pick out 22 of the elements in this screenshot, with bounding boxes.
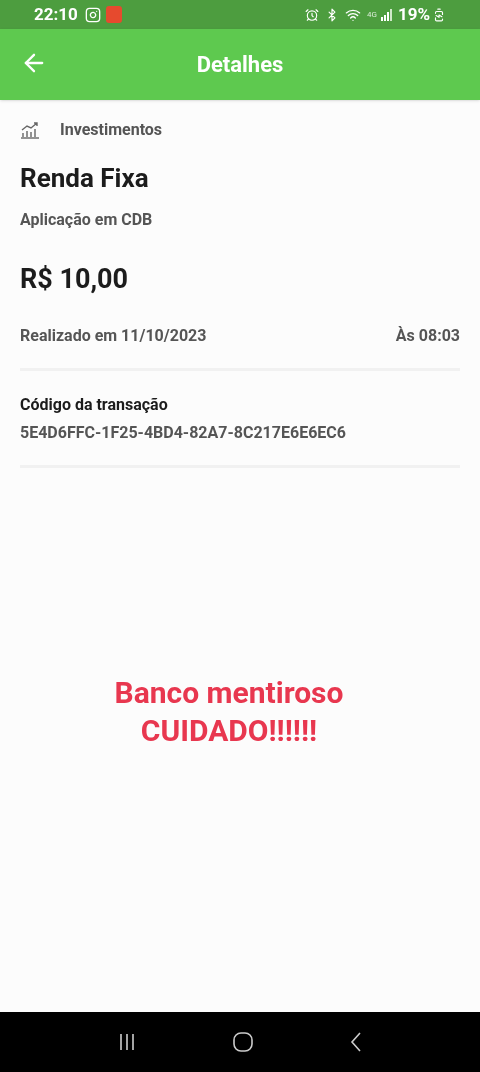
transaction-code-label: Código da transação [20,394,169,416]
network-type: 4G [366,10,377,19]
product-subtitle: Aplicação em CDB [20,209,154,231]
home-icon[interactable] [232,1031,254,1053]
app-icon [105,6,122,23]
product-title: Renda Fixa [20,162,150,194]
amount-value: R$ 10,00 [20,262,130,296]
camera-icon [84,6,101,23]
category-label: Investimentos [60,119,163,141]
transaction-code: 5E4D6FFC-1F25-4BD4-82A7-8C217E6E6EC6 [20,422,347,444]
signal-icon [380,8,393,21]
chart-growth-icon [20,121,40,139]
battery-percent: 19% [397,2,430,26]
status-time: 22:10 [34,2,78,26]
transaction-time: Às 08:03 [395,325,460,347]
warning-caption: CUIDADO!!!!!! [140,712,318,750]
transaction-date: Realizado em 11/10/2023 [20,325,207,347]
warning-caption: Banco mentiroso [114,674,344,712]
battery-icon [432,7,446,22]
alarm-icon [304,7,319,22]
page-title: Detalhes [196,51,284,79]
back-icon[interactable] [348,1031,363,1053]
